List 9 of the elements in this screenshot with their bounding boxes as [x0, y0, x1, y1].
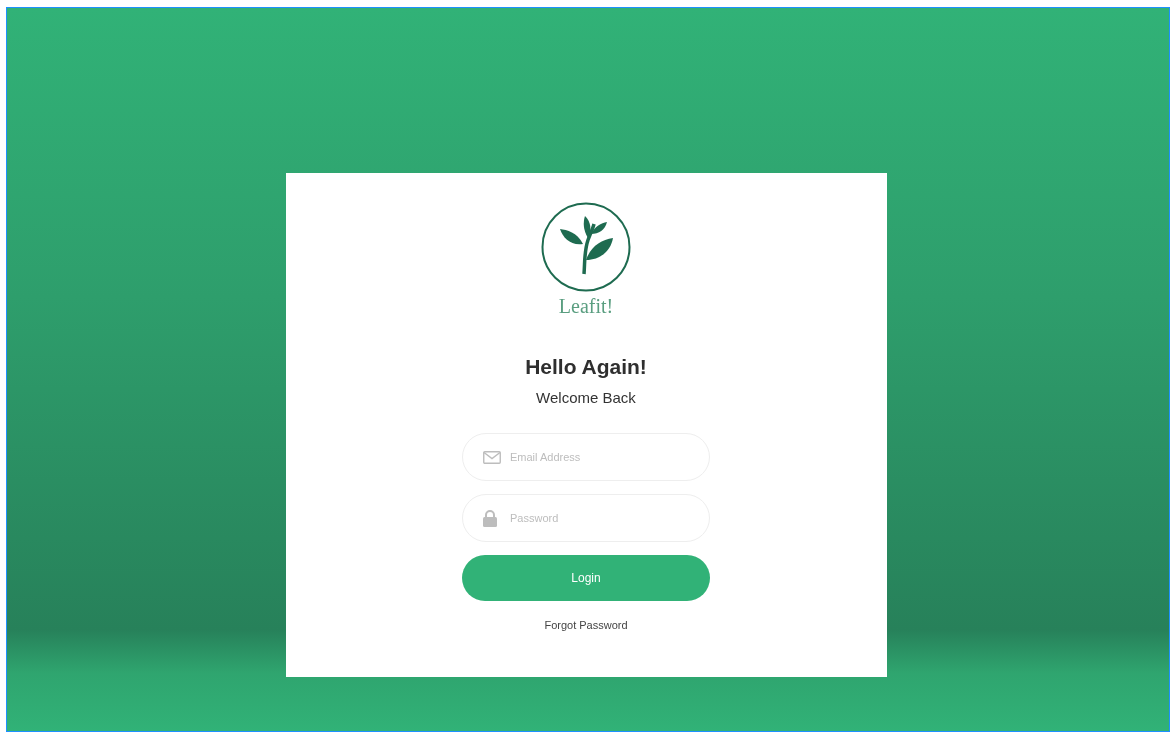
lock-icon	[483, 509, 497, 527]
leaf-logo-icon	[541, 202, 631, 292]
forgot-password-link[interactable]: Forgot Password	[544, 617, 628, 634]
heading: Hello Again!	[525, 356, 647, 377]
brand-name: Leafit!	[558, 296, 614, 316]
mail-icon	[483, 450, 501, 464]
password-field[interactable]: Password	[462, 494, 710, 542]
email-field[interactable]: Email Address	[462, 433, 710, 481]
subheading: Welcome Back	[536, 390, 636, 405]
